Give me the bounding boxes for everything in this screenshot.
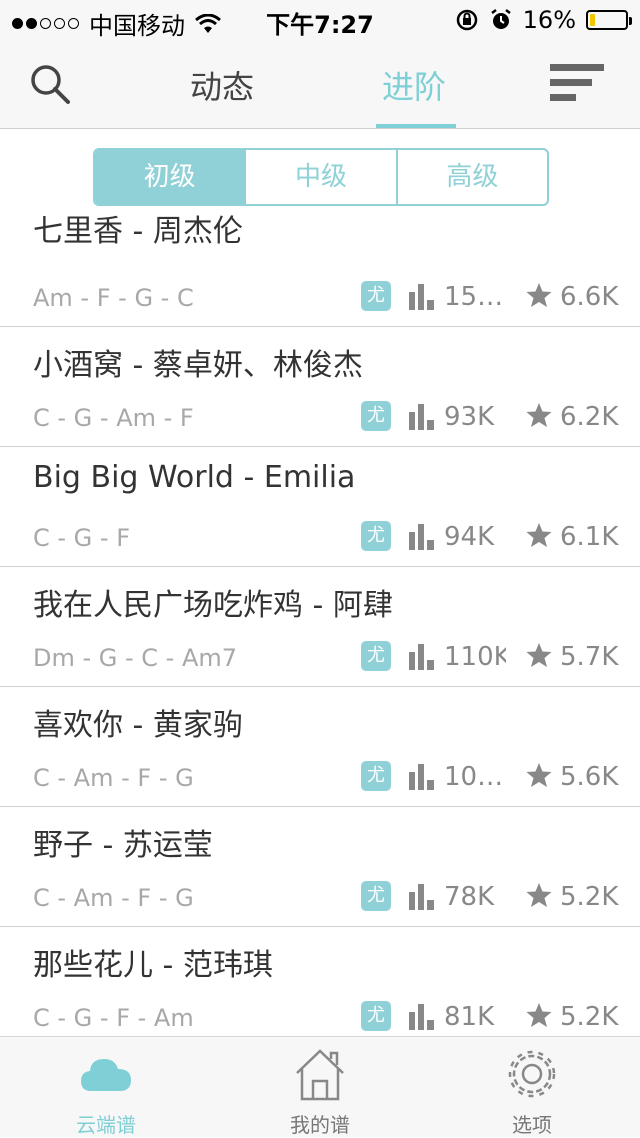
- song-badge: 尤: [361, 881, 391, 911]
- play-count: 81K: [444, 1002, 495, 1032]
- tab-advanced[interactable]: 进阶: [382, 62, 446, 108]
- tab-label: 我的谱: [290, 1113, 350, 1137]
- tab-options[interactable]: 选项: [452, 1037, 612, 1137]
- song-row[interactable]: 七里香 - 周杰伦 Am - F - G - C 尤 15… 6.6K: [0, 206, 640, 327]
- song-row[interactable]: 那些花儿 - 范玮琪 C - G - F - Am 尤 81K 5.2K: [0, 926, 640, 1036]
- level-segmented-control: 初级 中级 高级: [93, 148, 549, 206]
- song-row[interactable]: 小酒窝 - 蔡卓妍、林俊杰 C - G - Am - F 尤 93K 6.2K: [0, 326, 640, 447]
- battery-percentage: 16%: [522, 6, 576, 34]
- song-title: 我在人民广场吃炸鸡 - 阿肆: [33, 588, 393, 623]
- orientation-lock-icon: [456, 9, 477, 31]
- active-tab-indicator: [376, 124, 456, 128]
- segment-beginner[interactable]: 初级: [95, 150, 245, 204]
- song-title: 喜欢你 - 黄家驹: [33, 708, 243, 743]
- rating-count: 5.2K: [560, 1002, 619, 1032]
- home-icon: [296, 1049, 344, 1101]
- song-chords: C - Am - F - G: [33, 884, 194, 912]
- play-count: 78K: [444, 882, 495, 912]
- song-badge: 尤: [361, 641, 391, 671]
- tab-label: 云端谱: [76, 1113, 136, 1137]
- top-nav-bar: 动态 进阶: [0, 40, 640, 129]
- song-title: 那些花儿 - 范玮琪: [33, 948, 273, 983]
- bar-chart-icon: [409, 764, 434, 790]
- tab-cloud-scores[interactable]: 云端谱: [26, 1037, 186, 1137]
- status-right: 16%: [455, 6, 632, 34]
- song-chords: C - Am - F - G: [33, 764, 194, 792]
- song-chords: C - G - Am - F: [33, 404, 194, 432]
- song-row[interactable]: 野子 - 苏运莹 C - Am - F - G 尤 78K 5.2K: [0, 806, 640, 927]
- bar-chart-icon: [409, 404, 434, 430]
- tab-my-scores[interactable]: 我的谱: [240, 1037, 400, 1137]
- bar-chart-icon: [409, 524, 434, 550]
- rating-count: 6.2K: [560, 402, 619, 432]
- search-icon[interactable]: [28, 62, 72, 106]
- play-count: 15…: [444, 282, 504, 312]
- star-icon: [526, 1003, 552, 1027]
- song-chords: Am - F - G - C: [33, 284, 194, 312]
- star-icon: [526, 643, 552, 667]
- gear-icon: [508, 1050, 556, 1098]
- rating-count: 6.1K: [560, 522, 619, 552]
- battery-level-fill: [590, 14, 595, 26]
- song-list: 七里香 - 周杰伦 Am - F - G - C 尤 15… 6.6K 小酒窝 …: [0, 206, 640, 1036]
- play-count: 10…: [444, 762, 504, 792]
- tab-label: 选项: [512, 1113, 552, 1137]
- song-chords: Dm - G - C - Am7: [33, 644, 238, 672]
- star-icon: [526, 763, 552, 787]
- song-title: 小酒窝 - 蔡卓妍、林俊杰: [33, 348, 363, 383]
- segment-intermediate[interactable]: 中级: [244, 150, 395, 204]
- song-badge: 尤: [361, 761, 391, 791]
- song-chords: C - G - F - Am: [33, 1004, 194, 1032]
- song-row[interactable]: Big Big World - Emilia C - G - F 尤 94K 6…: [0, 446, 640, 567]
- song-row[interactable]: 喜欢你 - 黄家驹 C - Am - F - G 尤 10… 5.6K: [0, 686, 640, 807]
- play-count: 110K: [444, 642, 506, 672]
- segment-advanced[interactable]: 高级: [395, 150, 547, 204]
- battery-icon: [586, 10, 632, 30]
- tab-dynamics[interactable]: 动态: [190, 62, 254, 108]
- song-badge: 尤: [361, 281, 391, 311]
- rating-count: 6.6K: [560, 282, 619, 312]
- bar-chart-icon: [409, 644, 434, 670]
- cloud-icon: [81, 1059, 131, 1091]
- rating-count: 5.2K: [560, 882, 619, 912]
- song-title: 七里香 - 周杰伦: [33, 214, 243, 249]
- rating-count: 5.6K: [560, 762, 619, 792]
- play-count: 94K: [444, 522, 495, 552]
- song-badge: 尤: [361, 401, 391, 431]
- bar-chart-icon: [409, 1004, 434, 1030]
- star-icon: [526, 403, 552, 427]
- song-badge: 尤: [361, 521, 391, 551]
- star-icon: [526, 283, 552, 307]
- status-bar: 中国移动 下午7:27 16%: [0, 0, 640, 40]
- song-title: Big Big World - Emilia: [33, 460, 356, 495]
- star-icon: [526, 523, 552, 547]
- rating-count: 5.7K: [560, 642, 619, 672]
- alarm-icon: [490, 9, 511, 29]
- menu-icon[interactable]: [550, 62, 604, 104]
- bottom-tab-bar: 云端谱 我的谱 选项: [0, 1036, 640, 1137]
- bar-chart-icon: [409, 284, 434, 310]
- bar-chart-icon: [409, 884, 434, 910]
- song-badge: 尤: [361, 1001, 391, 1031]
- star-icon: [526, 883, 552, 907]
- play-count: 93K: [444, 402, 495, 432]
- song-title: 野子 - 苏运莹: [33, 828, 213, 863]
- song-chords: C - G - F: [33, 524, 130, 552]
- song-row[interactable]: 我在人民广场吃炸鸡 - 阿肆 Dm - G - C - Am7 尤 110K 5…: [0, 566, 640, 687]
